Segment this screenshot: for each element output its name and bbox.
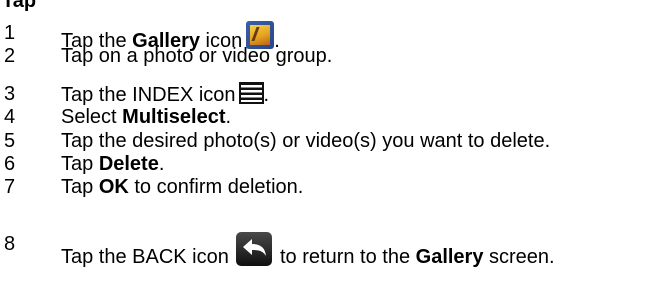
step-number: 5 — [4, 130, 16, 152]
back-arrow-icon — [236, 232, 273, 266]
step-number: 2 — [4, 45, 16, 67]
step-number: 7 — [4, 176, 16, 198]
step-5: 5 Tap the desired photo(s) or video(s) y… — [0, 129, 651, 153]
step-number: 6 — [4, 153, 16, 175]
step-4: 4 Select Multiselect. — [0, 105, 651, 129]
step-number: 4 — [4, 106, 16, 128]
step-number: 3 — [4, 83, 16, 105]
step-text: Tap the INDEX icon. — [61, 82, 270, 106]
step-3: 3 Tap the INDEX icon. — [0, 82, 651, 106]
step-text: Tap OK to confirm deletion. — [61, 176, 304, 198]
step-text: Tap Delete. — [61, 153, 165, 175]
step-1: 1 Tap the Gallery icon. — [0, 21, 651, 52]
step-text: Tap the BACK icon to return to the Galle… — [61, 232, 555, 269]
step-7: 7 Tap OK to confirm deletion. — [0, 175, 651, 199]
step-6: 6 Tap Delete. — [0, 152, 651, 176]
step-text: Tap the desired photo(s) or video(s) you… — [61, 130, 551, 152]
step-text: Tap on a photo or video group. — [61, 45, 333, 67]
step-number: 8 — [4, 233, 16, 255]
step-2: 2 Tap on a photo or video group. — [0, 44, 651, 68]
step-8: 8 Tap the BACK icon to return to the Gal… — [0, 226, 651, 268]
section-heading: Tap — [2, 0, 37, 12]
step-text: Select Multiselect. — [61, 106, 232, 128]
step-number: 1 — [4, 22, 16, 44]
index-menu-icon — [238, 82, 264, 104]
